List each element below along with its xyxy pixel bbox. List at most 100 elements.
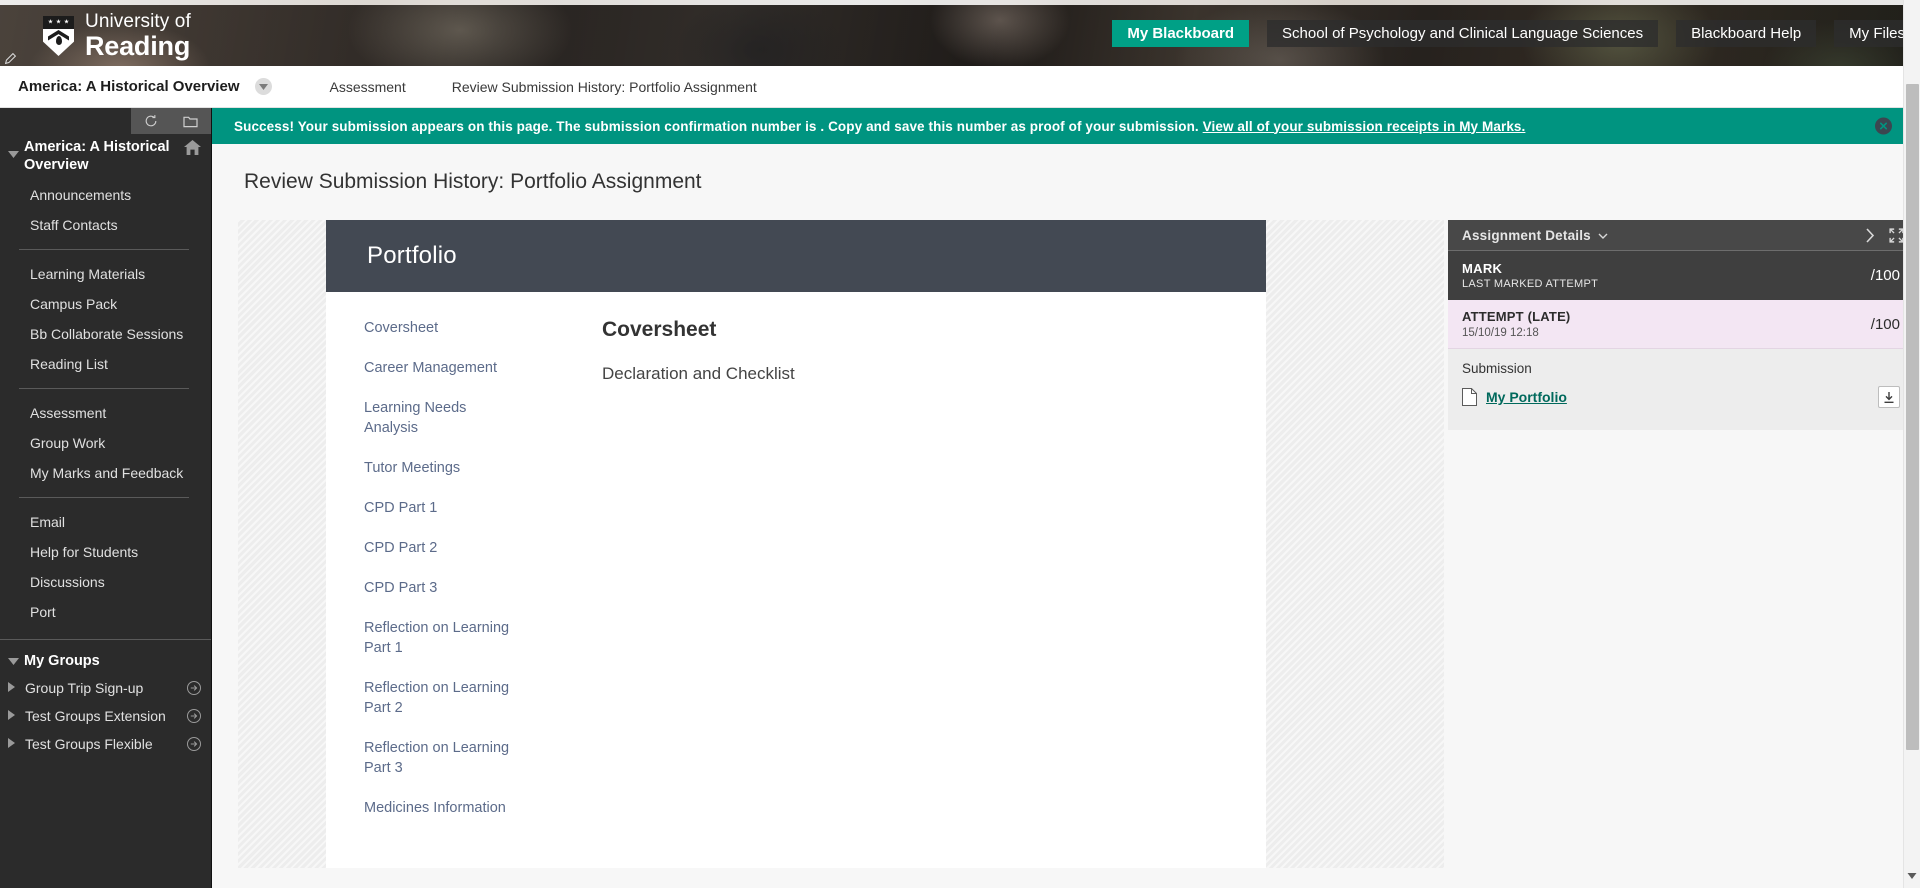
topnav-my-blackboard[interactable]: My Blackboard — [1112, 20, 1250, 47]
chevron-right-icon[interactable] — [1865, 227, 1875, 243]
attempt-score: /100 — [1870, 315, 1900, 333]
group-arrow-icon[interactable] — [187, 681, 201, 695]
portfolio-section-title: Coversheet — [602, 318, 717, 341]
sidebar-item-bb-collaborate-sessions[interactable]: Bb Collaborate Sessions — [0, 319, 211, 349]
scrollbar-thumb[interactable] — [1906, 84, 1919, 750]
assignment-mark-row: MARK LAST MARKED ATTEMPT /100 — [1448, 250, 1914, 300]
group-arrow-icon[interactable] — [187, 709, 201, 723]
page-scrollbar[interactable] — [1903, 0, 1920, 888]
portfolio-card: Portfolio Coversheet Career Management L… — [326, 220, 1266, 868]
folder-icon[interactable] — [183, 115, 198, 128]
breadcrumb-item-review-submission[interactable]: Review Submission History: Portfolio Ass… — [452, 79, 757, 95]
expand-triangle-icon[interactable] — [8, 679, 20, 697]
toc-item-reflection-on-learning-part-1[interactable]: Reflection on Learning Part 1 — [364, 618, 514, 658]
sidebar-group-label[interactable]: Test Groups Flexible — [25, 736, 187, 752]
toc-item-medicines-information[interactable]: Medicines Information — [364, 798, 514, 818]
close-icon[interactable] — [1875, 117, 1892, 135]
sidebar-item-email[interactable]: Email — [0, 507, 211, 537]
sidebar-item-group-work[interactable]: Group Work — [0, 428, 211, 458]
sidebar-course-header[interactable]: America: A Historical Overview — [0, 138, 211, 174]
sidebar-item-assessment[interactable]: Assessment — [0, 398, 211, 428]
sidebar-group-test-groups-extension[interactable]: Test Groups Extension — [0, 702, 211, 730]
sidebar-item-campus-pack[interactable]: Campus Pack — [0, 289, 211, 319]
submission-caption: Submission — [1462, 361, 1532, 376]
sidebar-item-announcements[interactable]: Announcements — [0, 180, 211, 210]
sidebar-item-port[interactable]: Port — [0, 597, 211, 627]
sidebar-item-discussions[interactable]: Discussions — [0, 567, 211, 597]
submission-file-row: My Portfolio — [1462, 386, 1900, 408]
breadcrumb-item-assessment[interactable]: Assessment — [329, 79, 405, 95]
sidebar-nav-group-3: Assessment Group Work My Marks and Feedb… — [0, 398, 211, 488]
portfolio-section-content: Coversheet Declaration and Checklist — [566, 292, 1266, 868]
assignment-attempt-row[interactable]: ATTEMPT (LATE) 15/10/19 12:18 /100 — [1448, 300, 1914, 349]
toc-item-career-management[interactable]: Career Management — [364, 358, 514, 378]
expand-fullscreen-icon[interactable] — [1889, 227, 1904, 243]
refresh-icon[interactable] — [144, 114, 158, 128]
scroll-down-arrow-icon[interactable] — [1907, 866, 1917, 884]
sidebar-group-trip-sign-up[interactable]: Group Trip Sign-up — [0, 674, 211, 702]
masthead-top-strip — [0, 0, 1920, 5]
expand-triangle-icon[interactable] — [8, 707, 20, 725]
chevron-down-icon[interactable] — [1598, 226, 1608, 244]
toc-item-reflection-on-learning-part-3[interactable]: Reflection on Learning Part 3 — [364, 738, 514, 778]
breadcrumb: America: A Historical Overview Assessmen… — [0, 66, 1920, 108]
portfolio-body: Coversheet Career Management Learning Ne… — [326, 292, 1266, 868]
sidebar-course-title: America: A Historical Overview — [24, 139, 170, 173]
toc-item-cpd-part-1[interactable]: CPD Part 1 — [364, 498, 514, 518]
sidebar-item-my-marks-and-feedback[interactable]: My Marks and Feedback — [0, 458, 211, 488]
alert-link-my-marks[interactable]: View all of your submission receipts in … — [1203, 119, 1526, 134]
toc-item-cpd-part-2[interactable]: CPD Part 2 — [364, 538, 514, 558]
toc-item-cpd-part-3[interactable]: CPD Part 3 — [364, 578, 514, 598]
portfolio-header: Portfolio — [326, 220, 1266, 292]
page-title: Review Submission History: Portfolio Ass… — [244, 170, 702, 193]
mark-label: MARK — [1462, 261, 1503, 276]
main-content: Success! Your submission appears on this… — [212, 108, 1920, 888]
assignment-details-panel: Assignment Details MARK LAST MARKED ATTE… — [1448, 220, 1914, 868]
sidebar-item-reading-list[interactable]: Reading List — [0, 349, 211, 379]
submission-section: Submission My Portfolio — [1448, 349, 1914, 430]
assignment-details-header[interactable]: Assignment Details — [1448, 220, 1914, 250]
sidebar-group-label[interactable]: Group Trip Sign-up — [25, 680, 187, 696]
sidebar-nav-group-4: Email Help for Students Discussions Port — [0, 507, 211, 627]
university-logo[interactable]: University of Reading — [43, 12, 191, 60]
mark-sublabel: LAST MARKED ATTEMPT — [1462, 278, 1599, 290]
toc-item-learning-needs-analysis[interactable]: Learning Needs Analysis — [364, 398, 514, 438]
topnav-school[interactable]: School of Psychology and Clinical Langua… — [1267, 20, 1659, 47]
assignment-details-title: Assignment Details — [1462, 227, 1591, 243]
portfolio-table-of-contents: Coversheet Career Management Learning Ne… — [326, 292, 566, 868]
breadcrumb-course-title: America: A Historical Overview — [18, 78, 240, 95]
sidebar-item-learning-materials[interactable]: Learning Materials — [0, 259, 211, 289]
toc-item-reflection-on-learning-part-2[interactable]: Reflection on Learning Part 2 — [364, 678, 514, 718]
toc-item-tutor-meetings[interactable]: Tutor Meetings — [364, 458, 514, 478]
expand-triangle-icon[interactable] — [8, 735, 20, 753]
content-row: Portfolio Coversheet Career Management L… — [212, 220, 1920, 868]
sidebar-group-label[interactable]: Test Groups Extension — [25, 708, 187, 724]
sidebar-group-test-groups-flexible[interactable]: Test Groups Flexible — [0, 730, 211, 758]
sidebar-my-groups-header[interactable]: My Groups — [0, 640, 211, 674]
topnav-blackboard-help[interactable]: Blackboard Help — [1676, 20, 1817, 47]
course-menu-sidebar: America: A Historical Overview Announcem… — [0, 108, 212, 888]
sidebar-nav-group-2: Learning Materials Campus Pack Bb Collab… — [0, 259, 211, 379]
download-icon[interactable] — [1878, 386, 1900, 408]
sidebar-item-help-for-students[interactable]: Help for Students — [0, 537, 211, 567]
home-icon[interactable] — [184, 140, 201, 160]
file-icon — [1462, 388, 1477, 406]
top-navigation[interactable]: My Blackboard School of Psychology and C… — [1094, 20, 1920, 47]
collapse-triangle-icon[interactable] — [8, 652, 19, 670]
alert-text: Success! Your submission appears on this… — [234, 118, 1203, 134]
logo-line-1: University of — [85, 11, 191, 32]
sidebar-item-staff-contacts[interactable]: Staff Contacts — [0, 210, 211, 240]
success-alert: Success! Your submission appears on this… — [212, 108, 1920, 144]
breadcrumb-dropdown-icon[interactable] — [255, 78, 273, 95]
sidebar-toolbar — [131, 108, 211, 134]
submission-file-link[interactable]: My Portfolio — [1486, 389, 1567, 405]
sidebar-divider-3 — [19, 497, 189, 498]
university-crest-icon — [43, 16, 74, 56]
collapse-triangle-icon[interactable] — [8, 145, 19, 163]
toc-item-coversheet[interactable]: Coversheet — [364, 318, 514, 338]
portfolio-title: Portfolio — [367, 242, 457, 269]
sidebar-nav-group-1: Announcements Staff Contacts — [0, 180, 211, 240]
logo-line-2: Reading — [85, 31, 191, 61]
edit-pencil-icon[interactable] — [4, 52, 17, 65]
group-arrow-icon[interactable] — [187, 737, 201, 751]
